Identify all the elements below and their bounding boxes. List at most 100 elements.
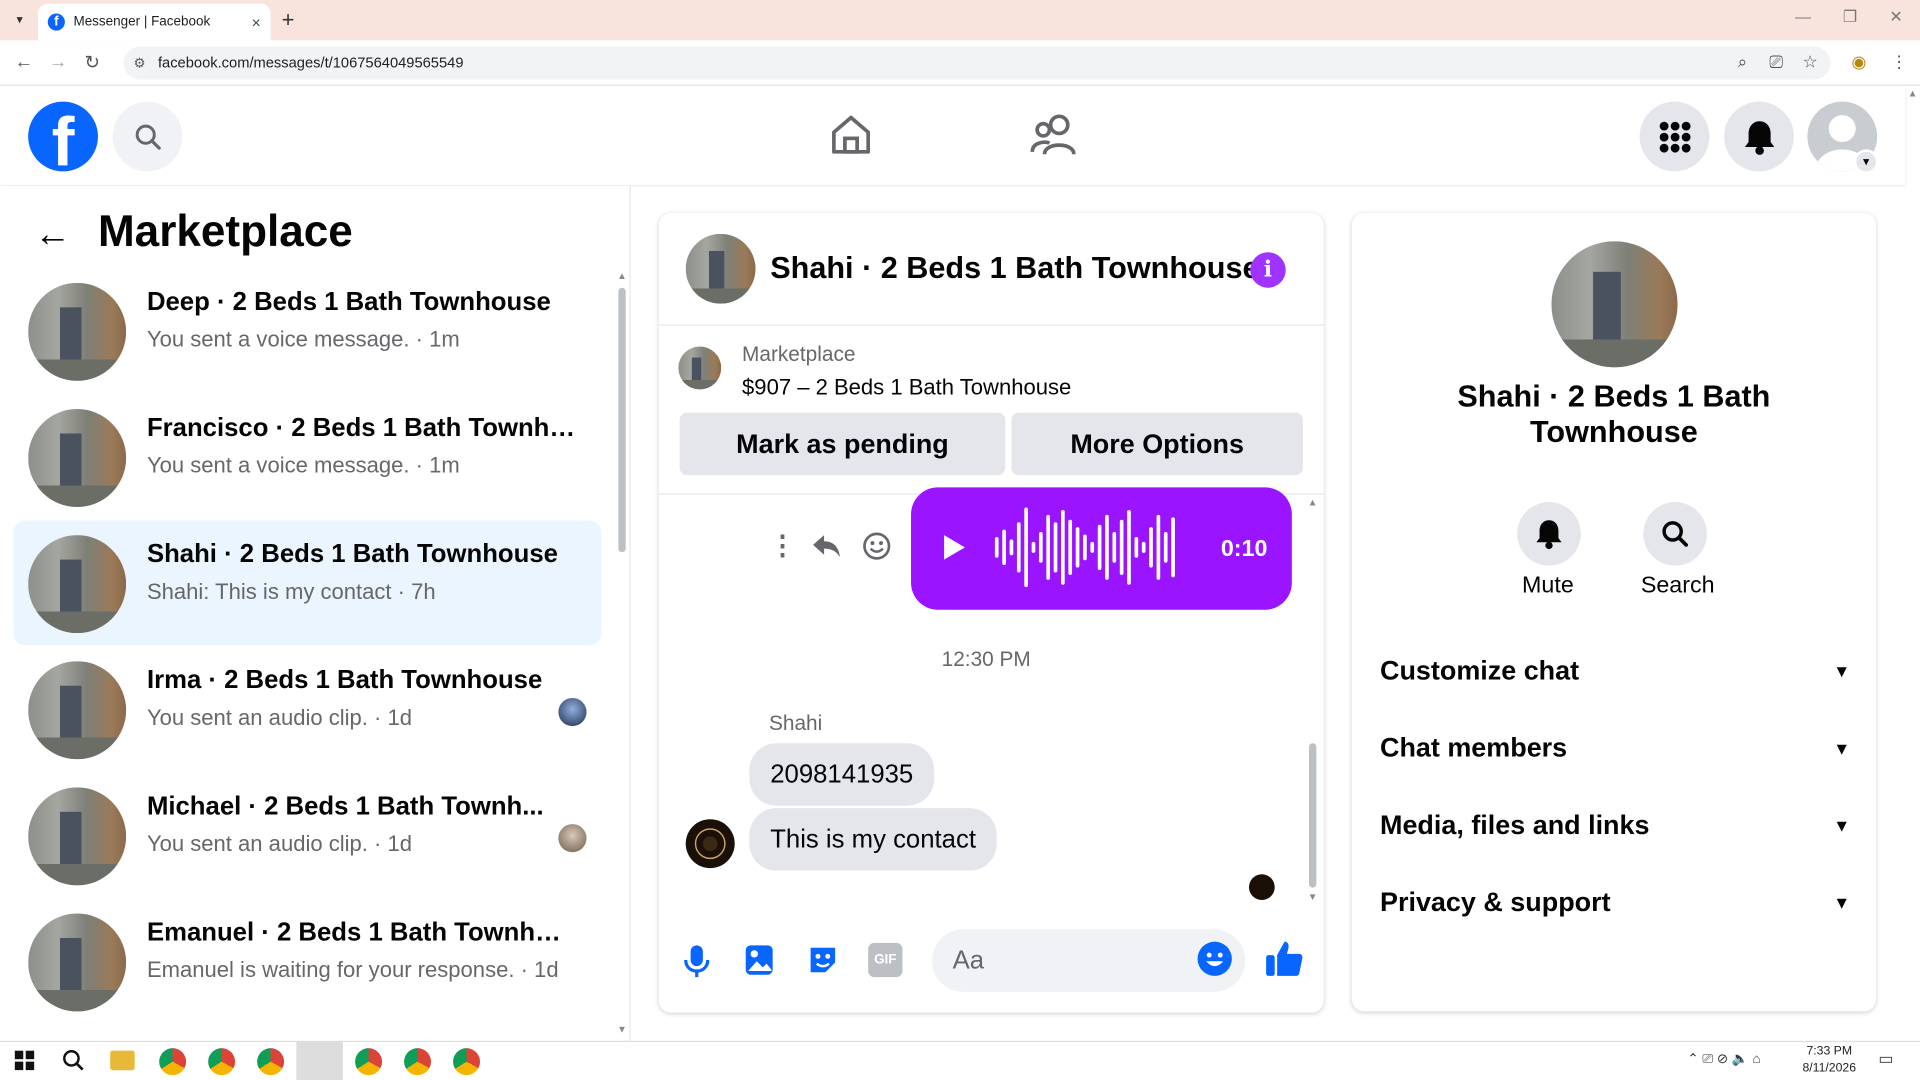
windows-start-icon[interactable]: [14, 1050, 35, 1077]
profile-name: Shahi · 2 Beds 1 Bath Townhouse: [1457, 379, 1771, 450]
sticker-icon[interactable]: [806, 943, 840, 983]
system-tray-icons[interactable]: ⌃ ⎚ ⊘ 🔈 ⌂: [1687, 1051, 1760, 1068]
listing-price-title[interactable]: $907 – 2 Beds 1 Bath Townhouse: [742, 375, 1071, 401]
file-explorer-icon[interactable]: [110, 1050, 135, 1071]
taskbar-active-app[interactable]: [296, 1042, 343, 1080]
url-text[interactable]: facebook.com/messages/t/1067564049565549: [158, 54, 464, 71]
mark-as-pending-button[interactable]: Mark as pending: [679, 412, 1006, 476]
scroll-down-icon[interactable]: ▼: [1308, 891, 1318, 902]
close-window-button[interactable]: ✕: [1889, 7, 1902, 27]
conversation-name: Emanuel · 2 Beds 1 Bath Townhou...: [146, 918, 576, 947]
menu-grid-button[interactable]: [1639, 101, 1710, 172]
conversation-name: Francisco · 2 Beds 1 Bath Townho...: [146, 413, 576, 443]
home-icon[interactable]: [828, 111, 875, 164]
minimize-window-button[interactable]: —: [1795, 7, 1811, 25]
restore-window-button[interactable]: ❐: [1843, 7, 1857, 27]
forward-icon[interactable]: →: [49, 51, 67, 72]
conversation-name: Deep · 2 Beds 1 Bath Townhouse: [146, 287, 551, 316]
conversation-item[interactable]: Deep · 2 Beds 1 Bath Townhouse You sent …: [13, 268, 601, 393]
browser-tab[interactable]: f Messenger | Facebook ×: [37, 3, 271, 41]
reload-icon[interactable]: ↻: [84, 51, 99, 74]
notification-center-icon[interactable]: ▭: [1878, 1049, 1893, 1069]
facebook-logo-icon[interactable]: f: [28, 101, 98, 172]
conversation-item[interactable]: Emanuel · 2 Beds 1 Bath Townhou... Emanu…: [13, 899, 601, 1024]
microphone-icon[interactable]: [681, 943, 713, 986]
play-icon[interactable]: [940, 533, 967, 569]
chrome-icon[interactable]: [159, 1048, 187, 1076]
mute-button[interactable]: [1517, 502, 1581, 566]
section-chat-members[interactable]: Chat members ▼: [1380, 732, 1850, 764]
sidebar-scrollbar[interactable]: [618, 287, 626, 553]
info-icon[interactable]: i: [1250, 252, 1286, 288]
search-icon: [135, 124, 161, 150]
back-icon[interactable]: ←: [15, 51, 33, 72]
groups-icon[interactable]: [1029, 111, 1078, 164]
message-timestamp: 12:30 PM: [941, 647, 1031, 672]
close-tab-icon[interactable]: ×: [252, 13, 261, 31]
section-customize-chat[interactable]: Customize chat ▼: [1380, 655, 1850, 687]
back-arrow-icon[interactable]: ←: [34, 214, 71, 256]
sender-avatar[interactable]: [685, 819, 735, 869]
taskbar-clock[interactable]: 7:33 PM 8/11/2026: [1802, 1043, 1856, 1077]
listing-avatar: [28, 913, 127, 1012]
audio-waveform[interactable]: [992, 507, 1188, 588]
conversation-item[interactable]: Francisco · 2 Beds 1 Bath Townho... You …: [13, 394, 601, 519]
bookmark-star-icon[interactable]: ☆: [1802, 51, 1817, 72]
photo-icon[interactable]: [743, 943, 775, 983]
conversation-preview: You sent a voice message. · 1m: [146, 326, 460, 352]
profile-icon[interactable]: ◉: [1851, 51, 1866, 72]
section-privacy-support[interactable]: Privacy & support ▼: [1380, 887, 1850, 919]
search-in-chat-button[interactable]: [1643, 502, 1707, 566]
site-info-icon[interactable]: ⚙: [133, 55, 145, 71]
voice-duration: 0:10: [1220, 536, 1268, 563]
notifications-button[interactable]: [1724, 101, 1794, 172]
chat-title[interactable]: Shahi · 2 Beds 1 Bath Townhouse: [770, 251, 1259, 287]
conversation-item[interactable]: Irma · 2 Beds 1 Bath Townhouse You sent …: [13, 647, 601, 772]
sidebar-title: Marketplace: [97, 205, 353, 256]
browser-menu-icon[interactable]: ⋮: [1891, 51, 1908, 72]
listing-avatar: [28, 787, 127, 886]
listing-thumbnail[interactable]: [678, 346, 722, 390]
scroll-down-icon[interactable]: ▼: [617, 1024, 627, 1035]
clock-time: 7:33 PM: [1806, 1044, 1853, 1058]
chrome-icon[interactable]: [453, 1048, 481, 1076]
react-emoji-icon[interactable]: [861, 530, 893, 568]
chat-avatar[interactable]: [685, 233, 756, 304]
new-tab-button[interactable]: +: [282, 7, 295, 33]
chat-scrollbar[interactable]: [1308, 743, 1317, 888]
read-receipt-avatar: [558, 697, 587, 727]
emoji-icon[interactable]: [1196, 940, 1233, 983]
message-more-icon[interactable]: ⋮: [769, 530, 796, 562]
chrome-icon[interactable]: [257, 1048, 285, 1076]
gif-icon[interactable]: GIF: [868, 942, 903, 978]
scroll-up-icon[interactable]: ▲: [617, 271, 627, 282]
section-media-files-links[interactable]: Media, files and links ▼: [1380, 809, 1850, 841]
tab-search-dropdown-icon[interactable]: ▾: [10, 10, 30, 30]
conversation-item[interactable]: Michael · 2 Beds 1 Bath Townh... You sen…: [13, 773, 601, 898]
profile-avatar[interactable]: [1551, 241, 1678, 368]
page-scroll-up-icon[interactable]: ▲: [1908, 88, 1918, 99]
account-chevron-down-icon[interactable]: ▾: [1853, 149, 1879, 174]
facebook-search-button[interactable]: [112, 101, 183, 172]
thumbs-up-icon[interactable]: [1264, 938, 1306, 986]
taskbar-search-icon[interactable]: [61, 1048, 85, 1079]
chrome-icon[interactable]: [208, 1048, 236, 1076]
windows-taskbar: [0, 1040, 1920, 1080]
grid-icon: [1659, 121, 1690, 152]
chat-panel: [658, 213, 1324, 1013]
section-label: Media, files and links: [1380, 809, 1650, 841]
install-app-icon[interactable]: ⎚: [1769, 51, 1783, 72]
more-options-button[interactable]: More Options: [1011, 412, 1303, 476]
chrome-icon[interactable]: [404, 1048, 432, 1076]
zoom-icon[interactable]: ⌕: [1738, 51, 1748, 72]
chevron-down-icon: ▼: [1833, 815, 1851, 836]
reply-icon[interactable]: [811, 529, 843, 567]
conversation-item-selected[interactable]: Shahi · 2 Beds 1 Bath Townhouse Shahi: T…: [13, 520, 602, 646]
sender-name: Shahi: [768, 711, 823, 735]
message-bubble[interactable]: 2098141935: [749, 743, 935, 806]
message-bubble[interactable]: This is my contact: [749, 808, 997, 871]
chrome-icon[interactable]: [355, 1048, 383, 1076]
section-label: Chat members: [1380, 732, 1568, 763]
scroll-up-icon[interactable]: ▲: [1308, 497, 1318, 508]
facebook-favicon-icon: f: [47, 13, 65, 31]
